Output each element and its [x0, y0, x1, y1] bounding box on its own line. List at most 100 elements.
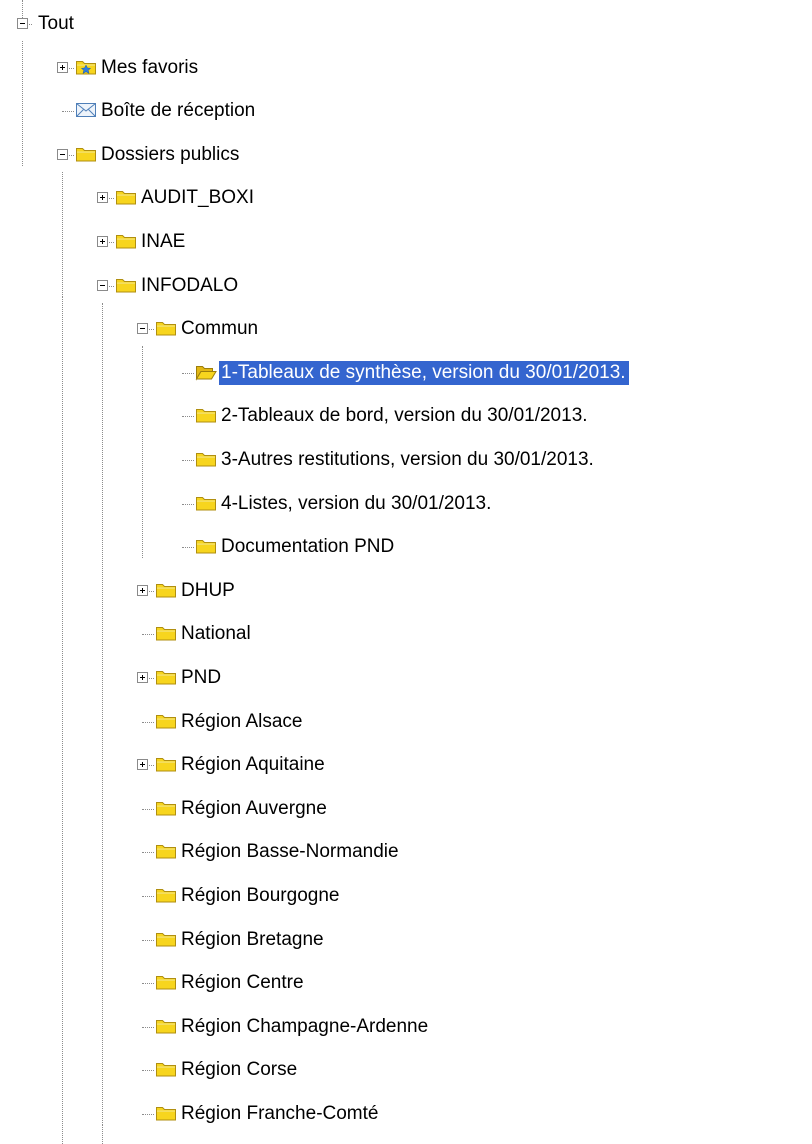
tree-node-region-alsace[interactable]: Région Alsace [0, 710, 812, 736]
tree-node-label[interactable]: INAE [139, 230, 188, 254]
tree-node-tout[interactable]: Tout [0, 12, 812, 38]
tree-node-label[interactable]: 1-Tableaux de synthèse, version du 30/01… [219, 360, 629, 385]
collapse-icon[interactable] [97, 279, 108, 291]
tree-node-label[interactable]: 2-Tableaux de bord, version du 30/01/201… [219, 404, 591, 428]
tree-node-region-bretagne[interactable]: Région Bretagne [0, 928, 812, 954]
folder-icon [115, 187, 137, 207]
tree-node-region-franche-comte[interactable]: Région Franche-Comté [0, 1102, 812, 1128]
tree-node-label[interactable]: PND [179, 666, 224, 690]
tree-node-label[interactable]: Région Bourgogne [179, 884, 342, 908]
tree-connector-line [142, 721, 154, 723]
tree-node-boite-de-reception[interactable]: Boîte de réception [0, 99, 812, 125]
tree-node-label[interactable]: Dossiers publics [99, 143, 242, 167]
collapse-icon[interactable] [57, 148, 68, 160]
folder-icon [155, 972, 177, 992]
tree-node-label[interactable]: Région Aquitaine [179, 753, 328, 777]
tree-node-label[interactable]: 3-Autres restitutions, version du 30/01/… [219, 448, 597, 472]
folder-icon [155, 754, 177, 774]
tree-node-label[interactable]: Région Champagne-Ardenne [179, 1015, 431, 1039]
tree-node-label[interactable]: Région Corse [179, 1058, 300, 1082]
tree-node-label[interactable]: Région Basse-Normandie [179, 840, 402, 864]
tree-connector-line [142, 896, 154, 897]
tree-node-region-auvergne[interactable]: Région Auvergne [0, 797, 812, 823]
folder-icon [195, 449, 217, 469]
folder-icon [155, 1059, 177, 1079]
expand-icon[interactable] [137, 672, 148, 683]
tree-node-label[interactable]: Boîte de réception [99, 99, 258, 123]
folder-icon [155, 667, 177, 687]
folder-icon [155, 623, 177, 643]
folder-tree: Tout Mes favoris Boîte de réception Dossier… [0, 0, 812, 1144]
tree-connector-line [142, 634, 154, 636]
tree-node-3-autres-restitutions-version-du-30-01-2013[interactable]: 3-Autres restitutions, version du 30/01/… [0, 448, 812, 474]
folder-icon [115, 231, 137, 251]
tree-node-label[interactable]: Région Auvergne [179, 797, 330, 821]
tree-node-label[interactable]: Région Alsace [179, 710, 305, 734]
tree-node-infodalo[interactable]: INFODALO [0, 274, 812, 300]
tree-node-commun[interactable]: Commun [0, 317, 812, 343]
tree-node-label[interactable]: Tout [36, 12, 77, 36]
folder-icon [155, 1103, 177, 1123]
tree-node-label[interactable]: DHUP [179, 579, 238, 603]
folder-icon [75, 144, 97, 164]
folder-icon [155, 929, 177, 949]
folder-icon [155, 711, 177, 731]
expand-icon[interactable] [137, 584, 148, 596]
tree-connector-line [142, 1114, 154, 1115]
tree-node-region-bourgogne[interactable]: Région Bourgogne [0, 884, 812, 910]
folder-icon [115, 275, 137, 295]
tree-node-region-aquitaine[interactable]: Région Aquitaine [0, 753, 812, 779]
tree-node-label[interactable]: INFODALO [139, 274, 241, 298]
tree-node-dhup[interactable]: DHUP [0, 579, 812, 605]
tree-node-label[interactable]: Mes favoris [99, 56, 201, 80]
tree-node-label[interactable]: Région Centre [179, 971, 307, 995]
tree-node-label[interactable]: Commun [179, 317, 261, 341]
tree-node-2-tableaux-de-bord-version-du-30-01-2013[interactable]: 2-Tableaux de bord, version du 30/01/201… [0, 404, 812, 430]
tree-connector-line [142, 1070, 154, 1072]
tree-node-audit-boxi[interactable]: AUDIT_BOXI [0, 186, 812, 212]
favorites-folder-icon [75, 57, 97, 77]
tree-node-documentation-pnd[interactable]: Documentation PND [0, 535, 812, 561]
collapse-icon[interactable] [137, 323, 148, 335]
tree-connector-line [182, 416, 194, 418]
expand-icon[interactable] [57, 61, 68, 73]
tree-connector-line [182, 547, 194, 549]
folder-icon [155, 318, 177, 338]
tree-connector-line [182, 372, 194, 374]
tree-node-label[interactable]: Région Franche-Comté [179, 1102, 381, 1126]
tree-node-1-tableaux-de-synthese-version-du-30-01-2013[interactable]: 1-Tableaux de synthèse, version du 30/01… [0, 360, 812, 387]
folder-icon [195, 493, 217, 513]
folder-icon [155, 841, 177, 861]
folder-icon [195, 405, 217, 425]
expand-icon[interactable] [97, 236, 108, 247]
tree-node-region-champagne-ardenne[interactable]: Région Champagne-Ardenne [0, 1015, 812, 1041]
tree-connector-line [182, 503, 194, 505]
expand-icon[interactable] [137, 759, 148, 771]
tree-connector-line [62, 111, 74, 113]
open-folder-icon [195, 362, 217, 382]
collapse-icon[interactable] [17, 18, 28, 29]
tree-node-label[interactable]: Documentation PND [219, 535, 397, 559]
folder-icon [195, 536, 217, 556]
tree-node-region-centre[interactable]: Région Centre [0, 971, 812, 997]
tree-connector-line [142, 852, 154, 854]
tree-connector-line [142, 1026, 154, 1028]
tree-node-4-listes-version-du-30-01-2013[interactable]: 4-Listes, version du 30/01/2013. [0, 492, 812, 518]
tree-node-dossiers-publics[interactable]: Dossiers publics [0, 143, 812, 169]
tree-node-region-basse-normandie[interactable]: Région Basse-Normandie [0, 840, 812, 866]
tree-node-label[interactable]: 4-Listes, version du 30/01/2013. [219, 492, 494, 516]
tree-node-region-corse[interactable]: Région Corse [0, 1058, 812, 1084]
tree-node-label[interactable]: Région Bretagne [179, 928, 327, 952]
tree-connector-line [182, 460, 194, 461]
tree-node-pnd[interactable]: PND [0, 666, 812, 692]
tree-node-label[interactable]: AUDIT_BOXI [139, 186, 257, 210]
tree-node-national[interactable]: National [0, 622, 812, 648]
folder-icon [155, 1016, 177, 1036]
folder-icon [155, 798, 177, 818]
expand-icon[interactable] [97, 192, 108, 204]
tree-node-inae[interactable]: INAE [0, 230, 812, 256]
folder-icon [155, 580, 177, 600]
tree-node-label[interactable]: National [179, 622, 254, 646]
inbox-envelope-icon [75, 100, 97, 120]
tree-node-mes-favoris[interactable]: Mes favoris [0, 56, 812, 82]
